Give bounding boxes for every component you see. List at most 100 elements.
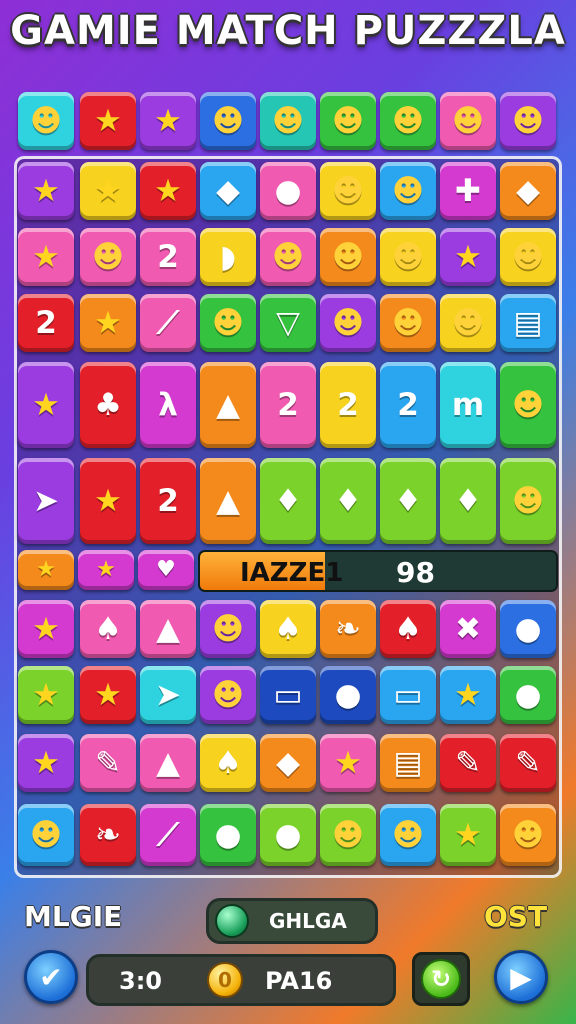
tile-r6-c1[interactable]: ♠ (80, 600, 136, 658)
tile-r3-c4[interactable]: ▽ (260, 294, 316, 352)
tile-r2-c4[interactable]: ☻ (260, 228, 316, 286)
tile-r3-c3[interactable]: ☻ (200, 294, 256, 352)
tile-r7-c8[interactable]: ● (500, 666, 556, 724)
tile-r7-c6[interactable]: ▭ (380, 666, 436, 724)
tile-r0-c2[interactable]: ★ (140, 92, 196, 150)
tile-r1-c3[interactable]: ◆ (200, 162, 256, 220)
tile-r8-c7[interactable]: ✎ (440, 734, 496, 792)
tile-r4-c7[interactable]: m (440, 362, 496, 448)
tile-r8-c4[interactable]: ◆ (260, 734, 316, 792)
tile-r8-c3[interactable]: ♠ (200, 734, 256, 792)
tile-r5-c6[interactable]: ♦ (380, 458, 436, 544)
tile-r4-c8[interactable]: ☻ (500, 362, 556, 448)
tile-r2-c5[interactable]: ☻ (320, 228, 376, 286)
star-icon: ★ (154, 102, 182, 139)
tile-r0-c5[interactable]: ☻ (320, 92, 376, 150)
tile-r8-c2[interactable]: ▲ (140, 734, 196, 792)
tile-r5-c8[interactable]: ☻ (500, 458, 556, 544)
tile-r5-c2[interactable]: 2 (140, 458, 196, 544)
tile-r3-c6[interactable]: ☻ (380, 294, 436, 352)
tile-r6-c5[interactable]: ❧ (320, 600, 376, 658)
tile-r0-c4[interactable]: ☻ (260, 92, 316, 150)
tile-r7-c7[interactable]: ★ (440, 666, 496, 724)
powerup-tile-2[interactable]: ♥ (138, 550, 194, 590)
tile-r0-c3[interactable]: ☻ (200, 92, 256, 150)
tile-r2-c0[interactable]: ★ (18, 228, 74, 286)
tile-r1-c6[interactable]: ☻ (380, 162, 436, 220)
play-button[interactable]: ▶ (494, 950, 548, 1004)
tile-r1-c4[interactable]: ● (260, 162, 316, 220)
tile-r8-c5[interactable]: ★ (320, 734, 376, 792)
tile-r8-c0[interactable]: ★ (18, 734, 74, 792)
tile-r7-c5[interactable]: ● (320, 666, 376, 724)
tile-r4-c3[interactable]: ▲ (200, 362, 256, 448)
tile-r8-c1[interactable]: ✎ (80, 734, 136, 792)
tile-r0-c1[interactable]: ★ (80, 92, 136, 150)
tile-r5-c3[interactable]: ▲ (200, 458, 256, 544)
tile-r3-c2[interactable]: ⟋ (140, 294, 196, 352)
tile-r1-c7[interactable]: ✚ (440, 162, 496, 220)
tile-r7-c1[interactable]: ★ (80, 666, 136, 724)
shuffle-button[interactable]: ↻ (412, 952, 470, 1006)
tile-r4-c5[interactable]: 2 (320, 362, 376, 448)
tile-r9-c3[interactable]: ● (200, 804, 256, 866)
carrot-icon: ▲ (216, 482, 240, 519)
tile-r6-c0[interactable]: ★ (18, 600, 74, 658)
tile-r2-c6[interactable]: ☻ (380, 228, 436, 286)
tile-r4-c0[interactable]: ★ (18, 362, 74, 448)
tile-r5-c5[interactable]: ♦ (320, 458, 376, 544)
tile-r1-c2[interactable]: ★ (140, 162, 196, 220)
tile-r1-c5[interactable]: ☻ (320, 162, 376, 220)
tile-r3-c7[interactable]: ☻ (440, 294, 496, 352)
tile-r1-c0[interactable]: ★ (18, 162, 74, 220)
tile-r6-c7[interactable]: ✖ (440, 600, 496, 658)
tile-r3-c1[interactable]: ★ (80, 294, 136, 352)
tile-r3-c8[interactable]: ▤ (500, 294, 556, 352)
tile-r4-c4[interactable]: 2 (260, 362, 316, 448)
tile-r7-c3[interactable]: ☻ (200, 666, 256, 724)
tile-r0-c0[interactable]: ☻ (18, 92, 74, 150)
tile-r6-c2[interactable]: ▲ (140, 600, 196, 658)
tile-r1-c8[interactable]: ◆ (500, 162, 556, 220)
tile-r4-c2[interactable]: λ (140, 362, 196, 448)
tile-r6-c6[interactable]: ♠ (380, 600, 436, 658)
tile-r1-c1[interactable]: ★ (80, 162, 136, 220)
tile-r9-c8[interactable]: ☻ (500, 804, 556, 866)
powerup-tile-1[interactable]: ★ (78, 550, 134, 590)
tile-r9-c7[interactable]: ★ (440, 804, 496, 866)
tile-r6-c4[interactable]: ♠ (260, 600, 316, 658)
tile-r2-c1[interactable]: ☻ (80, 228, 136, 286)
tile-r0-c7[interactable]: ☻ (440, 92, 496, 150)
star-icon: ★ (32, 172, 60, 209)
tile-r2-c2[interactable]: 2 (140, 228, 196, 286)
tile-r5-c4[interactable]: ♦ (260, 458, 316, 544)
tile-r3-c5[interactable]: ☻ (320, 294, 376, 352)
tile-r7-c4[interactable]: ▭ (260, 666, 316, 724)
tile-r9-c2[interactable]: ⟋ (140, 804, 196, 866)
tile-r7-c0[interactable]: ★ (18, 666, 74, 724)
powerup-tile-0[interactable]: ★ (18, 550, 74, 590)
tile-r6-c3[interactable]: ☻ (200, 600, 256, 658)
tile-r0-c8[interactable]: ☻ (500, 92, 556, 150)
tile-r2-c3[interactable]: ◗ (200, 228, 256, 286)
tile-r5-c0[interactable]: ➤ (18, 458, 74, 544)
confirm-button[interactable]: ✔ (24, 950, 78, 1004)
tile-r2-c7[interactable]: ★ (440, 228, 496, 286)
tile-r5-c1[interactable]: ★ (80, 458, 136, 544)
tile-r5-c7[interactable]: ♦ (440, 458, 496, 544)
tile-r8-c6[interactable]: ▤ (380, 734, 436, 792)
tile-r9-c0[interactable]: ☻ (18, 804, 74, 866)
tile-r4-c1[interactable]: ♣ (80, 362, 136, 448)
tile-r2-c8[interactable]: ☻ (500, 228, 556, 286)
tile-r9-c6[interactable]: ☻ (380, 804, 436, 866)
tile-r4-c6[interactable]: 2 (380, 362, 436, 448)
tile-r8-c8[interactable]: ✎ (500, 734, 556, 792)
tile-r9-c1[interactable]: ❧ (80, 804, 136, 866)
tile-r7-c2[interactable]: ➤ (140, 666, 196, 724)
tile-r9-c5[interactable]: ☻ (320, 804, 376, 866)
tile-r3-c0[interactable]: 2 (18, 294, 74, 352)
tile-r6-c8[interactable]: ● (500, 600, 556, 658)
tile-r9-c4[interactable]: ● (260, 804, 316, 866)
tile-r0-c6[interactable]: ☻ (380, 92, 436, 150)
center-pill[interactable]: GHLGA (206, 898, 378, 944)
